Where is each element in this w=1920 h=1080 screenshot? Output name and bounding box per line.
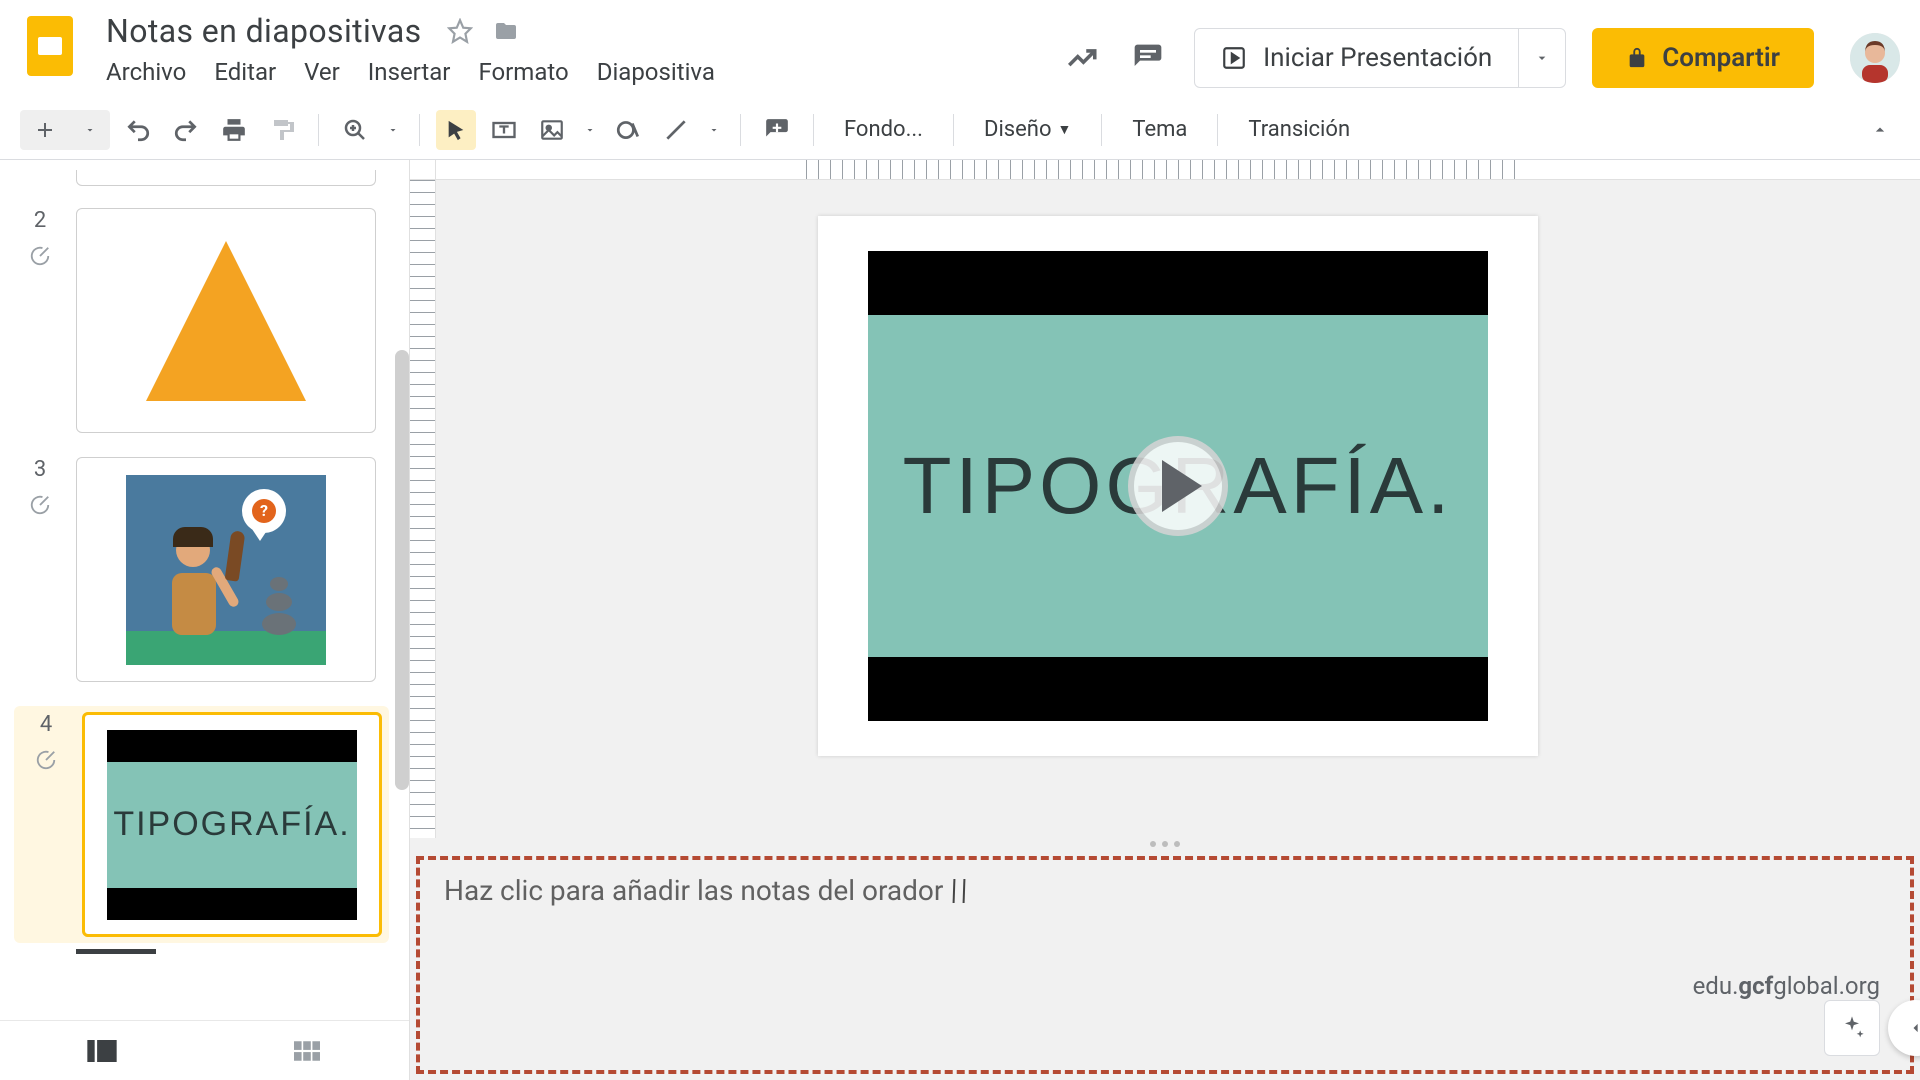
attachment-icon (29, 494, 51, 516)
attachment-icon (35, 749, 57, 771)
shape-tool[interactable] (608, 110, 648, 150)
video-letterbox-bottom (868, 657, 1488, 721)
slide-canvas[interactable]: TIPOGRAFÍA. (818, 216, 1538, 756)
active-slide-underline (76, 949, 156, 954)
share-label: Compartir (1662, 43, 1780, 73)
separator (1217, 114, 1218, 146)
tipografia-label: TIPOGRAFÍA. (113, 805, 350, 844)
new-slide-button[interactable] (20, 110, 70, 150)
star-icon[interactable] (446, 17, 474, 45)
filmstrip-view-button[interactable] (82, 1031, 122, 1071)
line-dropdown[interactable] (704, 110, 724, 150)
canvas-row: TIPOGRAFÍA. (410, 180, 1920, 838)
filmstrip-panel: 2 3 (0, 160, 410, 1080)
separator (318, 114, 319, 146)
caveman-illustration: ? (126, 475, 326, 665)
image-tool[interactable] (532, 110, 572, 150)
new-slide-dropdown[interactable] (70, 110, 110, 150)
layout-button[interactable]: Diseño▼ (970, 110, 1085, 150)
undo-button[interactable] (118, 110, 158, 150)
text-cursor-icon (953, 879, 966, 903)
canvas-area: TIPOGRAFÍA. Haz clic para añadir las not… (410, 160, 1920, 1080)
thumb-row-2: 2 (20, 208, 389, 433)
video-poster: TIPOGRAFÍA. (868, 315, 1488, 657)
thumb-number: 4 (40, 712, 52, 737)
document-title[interactable]: Notas en diapositivas (100, 10, 428, 52)
notes-resize-handle[interactable] (410, 838, 1920, 850)
toolbar: Fondo... Diseño▼ Tema Transición (0, 100, 1920, 160)
title-area: Notas en diapositivas Archivo Editar Ver… (100, 10, 721, 86)
logo-wrap (20, 10, 80, 76)
paint-format-button[interactable] (262, 110, 302, 150)
menu-editar[interactable]: Editar (214, 58, 276, 86)
present-label: Iniciar Presentación (1263, 43, 1492, 73)
explore-button[interactable] (1824, 1000, 1880, 1056)
thumb-number: 3 (34, 457, 46, 482)
menu-ver[interactable]: Ver (304, 58, 340, 86)
redo-button[interactable] (166, 110, 206, 150)
thumb-1-partial[interactable] (76, 170, 376, 186)
play-icon (1162, 460, 1202, 512)
tipografia-preview: TIPOGRAFÍA. (107, 730, 357, 920)
add-comment-button[interactable] (757, 110, 797, 150)
theme-button[interactable]: Tema (1118, 110, 1201, 150)
separator (953, 114, 954, 146)
zoom-dropdown[interactable] (383, 110, 403, 150)
menu-archivo[interactable]: Archivo (106, 58, 186, 86)
slide-thumb-4[interactable]: TIPOGRAFÍA. (82, 712, 382, 937)
thumb-row-4: 4 TIPOGRAFÍA. (14, 706, 389, 943)
watermark-text: edu.gcfglobal.org (1693, 972, 1880, 1000)
thumb-number: 2 (34, 208, 46, 233)
slides-logo-icon[interactable] (27, 16, 73, 76)
separator (419, 114, 420, 146)
speaker-notes-placeholder: Haz clic para añadir las notas del orado… (444, 874, 943, 907)
video-letterbox-top (868, 251, 1488, 315)
present-button[interactable]: Iniciar Presentación (1195, 29, 1519, 87)
attachment-icon (29, 245, 51, 267)
floating-action-button[interactable] (1888, 1000, 1920, 1056)
separator (740, 114, 741, 146)
textbox-tool[interactable] (484, 110, 524, 150)
present-button-group: Iniciar Presentación (1194, 28, 1566, 88)
menu-bar: Archivo Editar Ver Insertar Formato Diap… (100, 54, 721, 86)
triangle-shape-icon (146, 241, 306, 401)
horizontal-ruler[interactable] (410, 160, 1920, 180)
header: Notas en diapositivas Archivo Editar Ver… (0, 0, 1920, 100)
comments-icon[interactable] (1128, 38, 1168, 78)
separator (813, 114, 814, 146)
folder-icon[interactable] (492, 17, 520, 45)
menu-formato[interactable]: Formato (478, 58, 568, 86)
grid-view-button[interactable] (287, 1031, 327, 1071)
slide-thumb-2[interactable] (76, 208, 376, 433)
filmstrip-view-toggle (0, 1020, 409, 1080)
thumb-row-3: 3 ? (20, 457, 389, 682)
image-dropdown[interactable] (580, 110, 600, 150)
background-button[interactable]: Fondo... (830, 110, 937, 150)
speaker-notes-area[interactable]: Haz clic para añadir las notas del orado… (410, 850, 1920, 1080)
menu-diapositiva[interactable]: Diapositiva (597, 58, 715, 86)
separator (1101, 114, 1102, 146)
share-button[interactable]: Compartir (1592, 28, 1814, 88)
slide-thumb-3[interactable]: ? (76, 457, 376, 682)
scrollbar-thumb[interactable] (395, 350, 409, 790)
select-tool[interactable] (436, 110, 476, 150)
transition-button[interactable]: Transición (1234, 110, 1364, 150)
filmstrip-scroll[interactable]: 2 3 (0, 160, 409, 1020)
vertical-ruler[interactable] (410, 180, 436, 838)
video-object[interactable]: TIPOGRAFÍA. (868, 251, 1488, 721)
zoom-button[interactable] (335, 110, 375, 150)
play-button[interactable] (1128, 436, 1228, 536)
menu-insertar[interactable]: Insertar (368, 58, 451, 86)
line-tool[interactable] (656, 110, 696, 150)
canvas-stage[interactable]: TIPOGRAFÍA. (436, 180, 1920, 838)
collapse-toolbar-button[interactable] (1860, 110, 1900, 150)
user-avatar[interactable] (1850, 33, 1900, 83)
chevron-down-icon: ▼ (1058, 121, 1072, 138)
header-actions: Iniciar Presentación Compartir (1062, 10, 1900, 100)
main: 2 3 (0, 160, 1920, 1080)
present-dropdown[interactable] (1519, 29, 1565, 87)
print-button[interactable] (214, 110, 254, 150)
activity-icon[interactable] (1062, 38, 1102, 78)
